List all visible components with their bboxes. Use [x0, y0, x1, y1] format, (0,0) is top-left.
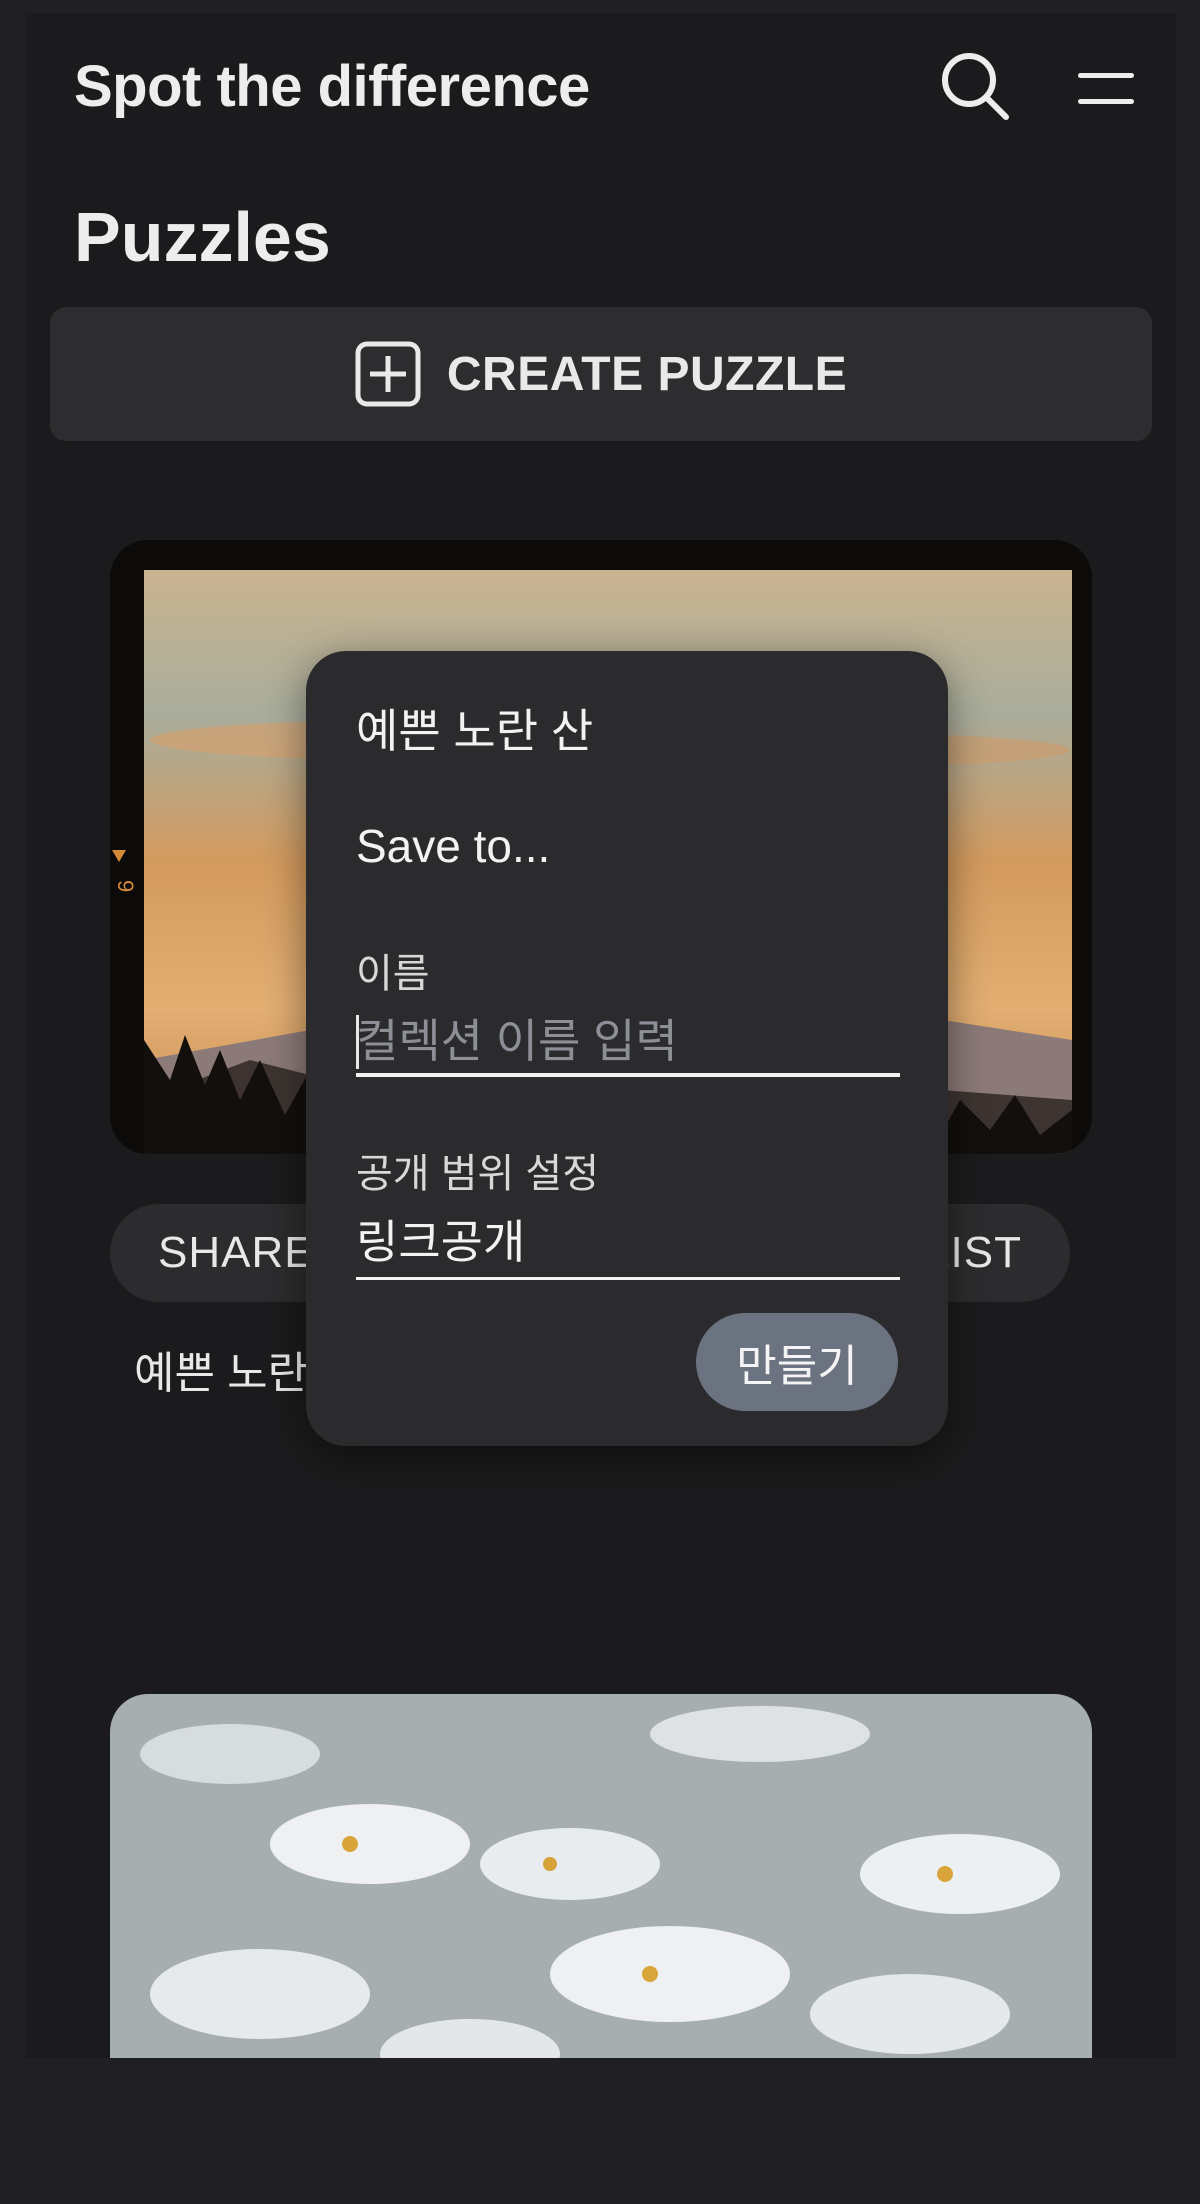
save-to-collection-dialog: 예쁜 노란 산 Save to... 이름 공개 범위 설정 링크공개 만들기 [306, 651, 948, 1446]
text-caret [356, 1015, 359, 1069]
save-to-heading: Save to... [356, 820, 551, 872]
create-puzzle-button[interactable]: CREATE PUZZLE [50, 307, 1152, 441]
app-window: Spot the difference Puzzles CREATE PUZZL… [26, 13, 1176, 2058]
share-button[interactable]: SHARE [158, 1228, 315, 1278]
bottom-bar [0, 2058, 1200, 2204]
dialog-title: 예쁜 노란 산 [356, 705, 594, 757]
search-icon[interactable] [938, 49, 1012, 123]
plus-square-icon [355, 341, 421, 407]
collection-name-input[interactable] [356, 1009, 900, 1077]
create-collection-button[interactable]: 만들기 [696, 1313, 898, 1411]
visibility-label: 공개 범위 설정 [356, 1152, 600, 1196]
svg-text:9: 9 [113, 880, 138, 892]
header: Spot the difference [26, 13, 1176, 163]
menu-icon[interactable] [1074, 69, 1138, 109]
puzzle-thumbnail-2[interactable] [110, 1694, 1092, 2058]
create-puzzle-label: CREATE PUZZLE [446, 347, 848, 401]
visibility-select[interactable]: 링크공개 [356, 1211, 900, 1280]
app-title: Spot the difference [74, 54, 590, 119]
name-label: 이름 [356, 952, 430, 996]
section-title: Puzzles [74, 198, 331, 276]
